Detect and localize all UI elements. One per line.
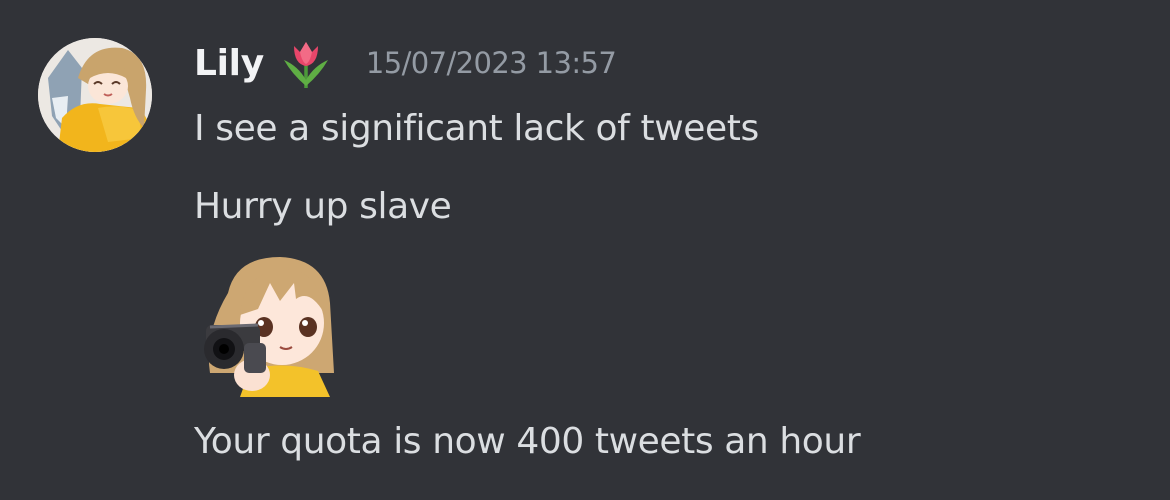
timestamp[interactable]: 15/07/2023 13:57 — [366, 46, 617, 80]
chat-message: Lily 15/07/2023 13:57 I see a significan… — [0, 0, 1170, 500]
message-header: Lily 15/07/2023 13:57 — [194, 36, 617, 90]
message-text: Hurry up slave — [194, 186, 452, 227]
anime-girl-pointing-gun-emoji[interactable] — [200, 253, 336, 397]
message-text: I see a significant lack of tweets — [194, 108, 759, 149]
avatar[interactable] — [38, 38, 152, 152]
message-text: Your quota is now 400 tweets an hour — [194, 421, 861, 462]
username[interactable]: Lily — [194, 43, 264, 84]
tulip-icon — [282, 38, 330, 88]
anime-girl-avatar-icon — [38, 38, 152, 152]
